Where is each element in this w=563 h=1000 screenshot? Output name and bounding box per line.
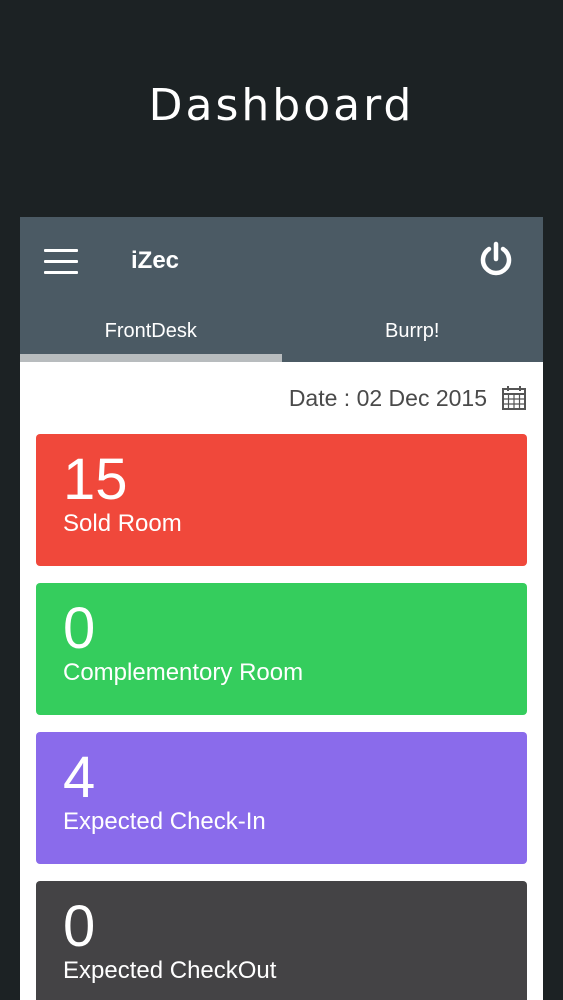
sold-room-label: Sold Room [63,510,182,537]
power-icon[interactable] [477,241,515,279]
calendar-icon[interactable] [501,385,527,411]
expected-checkin-count: 4 [63,745,96,810]
expected-checkin-card[interactable]: 4 Expected Check-In [36,732,527,864]
page-title: Dashboard [148,80,415,131]
app-title: iZec [131,247,180,274]
complementory-room-card[interactable]: 0 Complementory Room [36,583,527,715]
expected-checkout-label: Expected CheckOut [63,957,277,984]
tab-burrp[interactable]: Burrp! [282,309,544,362]
app-bar: iZec FrontDesk Burrp! [20,217,543,362]
screen: Dashboard iZec FrontDesk Burrp! Date : 0… [0,0,563,1000]
dashboard-content: Date : 02 Dec 2015 15 Sold Room 0 Comple… [20,362,543,1000]
complementory-room-label: Complementory Room [63,659,304,686]
app-frame: iZec FrontDesk Burrp! Date : 02 Dec 2015 [20,217,543,1000]
sold-room-card[interactable]: 15 Sold Room [36,434,527,566]
date-label: Date : 02 Dec 2015 [288,384,487,411]
tab-frontdesk[interactable]: FrontDesk [20,309,282,362]
hamburger-menu-icon[interactable] [44,249,78,275]
expected-checkout-card[interactable]: 0 Expected CheckOut [36,881,527,1000]
expected-checkin-label: Expected Check-In [63,808,266,835]
tab-bar: FrontDesk Burrp! [20,309,543,362]
complementory-room-count: 0 [63,596,96,661]
date-row: Date : 02 Dec 2015 [36,362,527,434]
expected-checkout-count: 0 [63,894,96,959]
sold-room-count: 15 [63,447,128,512]
